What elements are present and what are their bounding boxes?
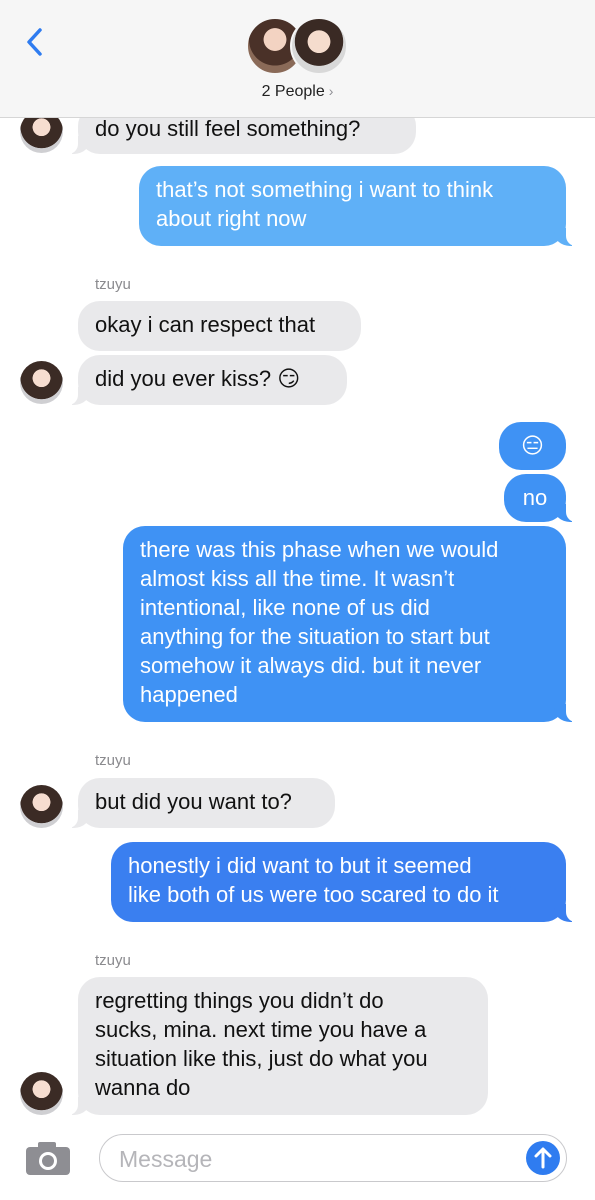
message-text: did you ever kiss? 😏 bbox=[95, 366, 301, 391]
tzuyu-avatar[interactable] bbox=[20, 1072, 63, 1115]
sender-name: tzuyu bbox=[95, 752, 131, 769]
incoming-message[interactable]: but did you want to? bbox=[66, 778, 335, 828]
group-details-button[interactable]: 2 People › bbox=[0, 83, 595, 101]
chevron-right-icon: › bbox=[328, 83, 334, 99]
incoming-message[interactable]: did you ever kiss? 😏 bbox=[66, 355, 347, 405]
message-text: there was this phase when we would almos… bbox=[140, 537, 499, 707]
incoming-message[interactable]: okay i can respect that bbox=[78, 301, 361, 351]
back-button[interactable] bbox=[18, 22, 58, 62]
message-input[interactable]: Message bbox=[99, 1134, 567, 1182]
send-arrow-icon bbox=[534, 1147, 552, 1169]
group-avatars[interactable] bbox=[246, 17, 350, 77]
tzuyu-avatar[interactable] bbox=[20, 785, 63, 828]
message-placeholder: Message bbox=[119, 1146, 213, 1172]
conversation-header: 2 People › bbox=[0, 0, 595, 118]
message-text: regretting things you didn’t do sucks, m… bbox=[95, 988, 428, 1100]
conversation-title: 2 People bbox=[261, 83, 325, 100]
message-text: 😑 bbox=[521, 433, 544, 458]
message-text: but did you want to? bbox=[95, 789, 292, 814]
tzuyu-avatar[interactable] bbox=[20, 361, 63, 404]
message-text: no bbox=[522, 485, 548, 510]
sender-name: tzuyu bbox=[95, 952, 131, 969]
message-text: honestly i did want to but it seemed lik… bbox=[128, 853, 499, 907]
outgoing-message[interactable]: that’s not something i want to think abo… bbox=[139, 166, 578, 246]
outgoing-message[interactable]: 😑 bbox=[499, 422, 566, 470]
composer-bar: Message bbox=[0, 1126, 595, 1200]
send-button[interactable] bbox=[526, 1141, 560, 1175]
camera-icon bbox=[26, 1142, 70, 1175]
avatar bbox=[290, 17, 348, 75]
message-text: okay i can respect that bbox=[95, 312, 316, 337]
message-thread[interactable]: do you still feel something? that’s not … bbox=[0, 0, 595, 1126]
camera-button[interactable] bbox=[25, 1140, 71, 1181]
outgoing-message[interactable]: honestly i did want to but it seemed lik… bbox=[111, 842, 578, 922]
sender-name: tzuyu bbox=[95, 276, 131, 293]
outgoing-message[interactable]: no bbox=[504, 474, 578, 522]
incoming-message[interactable]: regretting things you didn’t do sucks, m… bbox=[66, 977, 488, 1115]
message-text: that’s not something i want to think abo… bbox=[156, 177, 494, 231]
back-chevron-icon bbox=[27, 28, 42, 56]
message-text: do you still feel something? bbox=[95, 116, 361, 141]
outgoing-message[interactable]: there was this phase when we would almos… bbox=[123, 526, 578, 722]
